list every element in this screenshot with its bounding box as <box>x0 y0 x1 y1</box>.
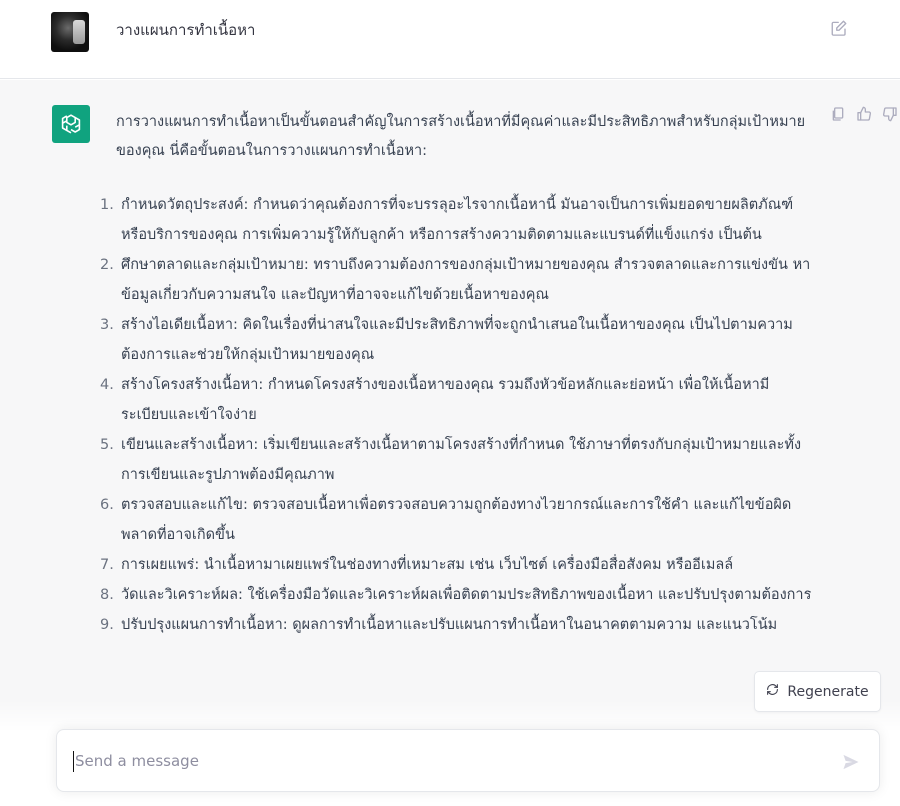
list-number: 4. <box>100 377 114 393</box>
user-avatar <box>51 12 89 52</box>
thumbs-up-icon[interactable] <box>856 106 872 122</box>
regenerate-button[interactable]: Regenerate <box>754 671 881 712</box>
message-composer[interactable]: Send a message <box>56 729 880 792</box>
list-number: 8. <box>100 587 114 603</box>
list-number: 7. <box>100 557 114 573</box>
list-item: 8. วัดและวิเคราะห์ผล: ใช้เครื่องมือวัดและ… <box>100 580 815 610</box>
list-item-text: เขียนและสร้างเนื้อหา: เริ่มเขียนและสร้าง… <box>121 437 802 483</box>
list-number: 9. <box>100 617 114 633</box>
edit-icon[interactable] <box>830 19 848 37</box>
send-icon[interactable] <box>841 752 861 772</box>
list-number: 5. <box>100 437 114 453</box>
list-item-text: สร้างไอเดียเนื้อหา: คิดในเรื่องที่น่าสนใ… <box>121 317 793 363</box>
list-item-text: ตรวจสอบและแก้ไข: ตรวจสอบเนื้อหาเพื่อตรวจ… <box>121 497 792 543</box>
user-message-row: วางแผนการทำเนื้อหา <box>0 0 900 79</box>
list-number: 1. <box>100 197 114 213</box>
thumbs-down-icon[interactable] <box>882 106 898 122</box>
copy-icon[interactable] <box>830 106 846 122</box>
regenerate-label: Regenerate <box>787 683 869 700</box>
steps-list: 1. กำหนดวัตถุประสงค์: กำหนดว่าคุณต้องการท… <box>100 190 815 640</box>
list-item: 9. ปรับปรุงแผนการทำเนื้อหา: ดูผลการทำเนื้… <box>100 610 815 640</box>
list-item: 4. สร้างโครงสร้างเนื้อหา: กำหนดโครงสร้างข… <box>100 370 815 430</box>
list-number: 3. <box>100 317 114 333</box>
text-cursor <box>73 751 74 772</box>
openai-logo-icon <box>52 105 90 143</box>
list-number: 6. <box>100 497 114 513</box>
list-item-text: ปรับปรุงแผนการทำเนื้อหา: ดูผลการทำเนื้อห… <box>121 617 778 633</box>
list-item: 3. สร้างไอเดียเนื้อหา: คิดในเรื่องที่น่าส… <box>100 310 815 370</box>
refresh-icon <box>766 683 779 700</box>
list-item: 5. เขียนและสร้างเนื้อหา: เริ่มเขียนและสร้… <box>100 430 815 490</box>
list-item-text: สร้างโครงสร้างเนื้อหา: กำหนดโครงสร้างของ… <box>121 377 770 423</box>
list-number: 2. <box>100 257 114 273</box>
list-item-text: วัดและวิเคราะห์ผล: ใช้เครื่องมือวัดและวิ… <box>121 587 812 603</box>
list-item-text: การเผยแพร่: นำเนื้อหามาเผยแพร่ในช่องทางท… <box>121 557 734 573</box>
list-item-text: กำหนดวัตถุประสงค์: กำหนดว่าคุณต้องการที่… <box>121 197 794 243</box>
list-item-text: ศึกษาตลาดและกลุ่มเป้าหมาย: ทราบถึงความต้… <box>121 257 811 303</box>
list-item: 1. กำหนดวัตถุประสงค์: กำหนดว่าคุณต้องการท… <box>100 190 815 250</box>
user-message-text: วางแผนการทำเนื้อหา <box>116 21 256 39</box>
list-item: 6. ตรวจสอบและแก้ไข: ตรวจสอบเนื้อหาเพื่อตร… <box>100 490 815 550</box>
message-actions <box>830 106 898 122</box>
list-item: 7. การเผยแพร่: นำเนื้อหามาเผยแพร่ในช่องทา… <box>100 550 815 580</box>
list-item: 2. ศึกษาตลาดและกลุ่มเป้าหมาย: ทราบถึงความ… <box>100 250 815 310</box>
message-input-placeholder: Send a message <box>75 752 199 770</box>
assistant-intro-text: การวางแผนการทำเนื้อหาเป็นขั้นตอนสำคัญในก… <box>116 114 806 159</box>
